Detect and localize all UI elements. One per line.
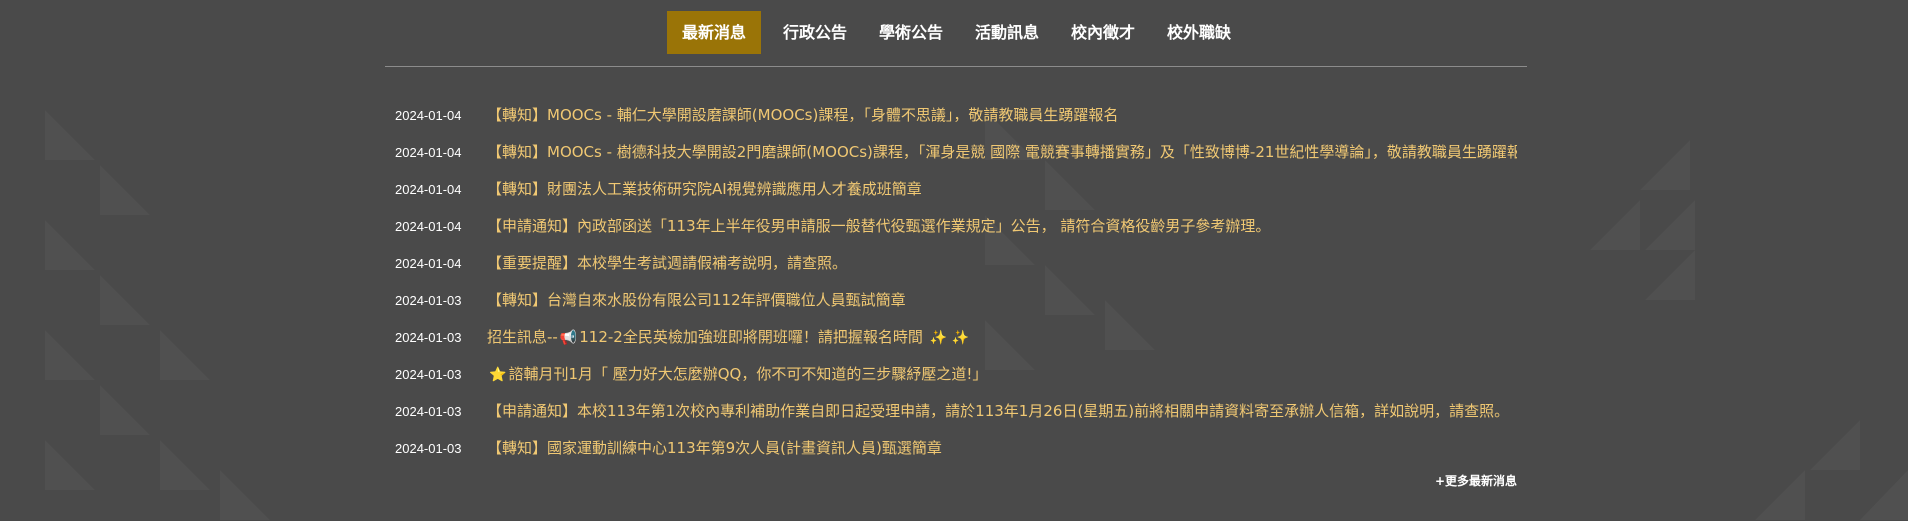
star-icon: ⭐ — [489, 367, 507, 383]
news-date: 2024-01-04 — [395, 182, 462, 197]
news-date: 2024-01-03 — [395, 367, 462, 382]
news-item: 2024-01-04 【轉知】MOOCs - 輔仁大學開設磨課師(MOOCs)課… — [385, 97, 1527, 134]
news-item: 2024-01-03 【轉知】國家運動訓練中心113年第9次人員(計畫資訊人員)… — [385, 430, 1527, 467]
news-date: 2024-01-03 — [395, 404, 462, 419]
news-item: 2024-01-04 【轉知】財團法人工業技術研究院AI視覺辨識應用人才養成班簡… — [385, 171, 1527, 208]
news-title-link[interactable]: 【轉知】國家運動訓練中心113年第9次人員(計畫資訊人員)甄選簡章 — [487, 430, 1517, 467]
news-title-link[interactable]: 招生訊息-- 📢 112-2全民英檢加強班即將開班囉！請把握報名時間 ✨ ✨ — [487, 319, 1517, 357]
news-title-text: 112-2全民英檢加強班即將開班囉！請把握報名時間 — [579, 328, 923, 346]
news-section: 最新消息 行政公告 學術公告 活動訊息 校內徵才 校外職缺 2024-01-04… — [385, 0, 1527, 488]
sparkles-icon: ✨ ✨ — [929, 330, 969, 346]
tab-internal-jobs[interactable]: 校內徵才 — [1058, 11, 1148, 54]
news-title-text: 諮輔月刊1月「 壓力好大怎麼辦QQ，你不可不知道的三步驟紓壓之道!」 — [508, 365, 988, 383]
tab-events[interactable]: 活動訊息 — [962, 11, 1052, 54]
megaphone-icon: 📢 — [559, 330, 578, 346]
news-date: 2024-01-04 — [395, 219, 462, 234]
news-item: 2024-01-03 招生訊息-- 📢 112-2全民英檢加強班即將開班囉！請把握報… — [385, 319, 1527, 356]
news-item: 2024-01-04 【轉知】MOOCs - 樹德科技大學開設2門磨課師(MOO… — [385, 134, 1527, 171]
news-date: 2024-01-03 — [395, 441, 462, 456]
news-item: 2024-01-03 【轉知】台灣自來水股份有限公司112年評價職位人員甄試簡章 — [385, 282, 1527, 319]
tab-external-jobs[interactable]: 校外職缺 — [1154, 11, 1244, 54]
news-title-link[interactable]: 【轉知】MOOCs - 輔仁大學開設磨課師(MOOCs)課程，「身體不思議」，敬… — [487, 97, 1517, 134]
news-list: 2024-01-04 【轉知】MOOCs - 輔仁大學開設磨課師(MOOCs)課… — [385, 97, 1527, 467]
tab-latest-news[interactable]: 最新消息 — [667, 11, 761, 54]
news-item: 2024-01-04 【重要提醒】本校學生考試週請假補考說明，請查照。 — [385, 245, 1527, 282]
news-date: 2024-01-04 — [395, 256, 462, 271]
tab-administrative[interactable]: 行政公告 — [770, 11, 860, 54]
news-title-link[interactable]: 【申請通知】內政部函送「113年上半年役男申請服一般替代役甄選作業規定」公告， … — [487, 208, 1517, 245]
tab-academic[interactable]: 學術公告 — [866, 11, 956, 54]
news-item: 2024-01-03 【申請通知】本校113年第1次校內專利補助作業自即日起受理… — [385, 393, 1527, 430]
news-item: 2024-01-03 ⭐ 諮輔月刊1月「 壓力好大怎麼辦QQ，你不可不知道的三步驟… — [385, 356, 1527, 393]
news-title-link[interactable]: 【轉知】MOOCs - 樹德科技大學開設2門磨課師(MOOCs)課程，「渾身是競… — [487, 134, 1517, 171]
news-date: 2024-01-04 — [395, 145, 462, 160]
more-news-link[interactable]: +更多最新消息 — [1435, 472, 1517, 489]
news-item: 2024-01-04 【申請通知】內政部函送「113年上半年役男申請服一般替代役… — [385, 208, 1527, 245]
news-title-link[interactable]: 【轉知】財團法人工業技術研究院AI視覺辨識應用人才養成班簡章 — [487, 171, 1517, 208]
news-date: 2024-01-03 — [395, 330, 462, 345]
news-tabs: 最新消息 行政公告 學術公告 活動訊息 校內徵才 校外職缺 — [385, 0, 1527, 67]
news-date: 2024-01-04 — [395, 108, 462, 123]
news-title-link[interactable]: 【申請通知】本校113年第1次校內專利補助作業自即日起受理申請，請於113年1月… — [487, 393, 1517, 430]
news-title-link[interactable]: 【轉知】台灣自來水股份有限公司112年評價職位人員甄試簡章 — [487, 282, 1517, 319]
news-title-link[interactable]: 【重要提醒】本校學生考試週請假補考說明，請查照。 — [487, 245, 1517, 282]
news-title-link[interactable]: ⭐ 諮輔月刊1月「 壓力好大怎麼辦QQ，你不可不知道的三步驟紓壓之道!」 — [487, 356, 1517, 394]
news-date: 2024-01-03 — [395, 293, 462, 308]
news-title-prefix: 招生訊息-- — [487, 328, 558, 346]
